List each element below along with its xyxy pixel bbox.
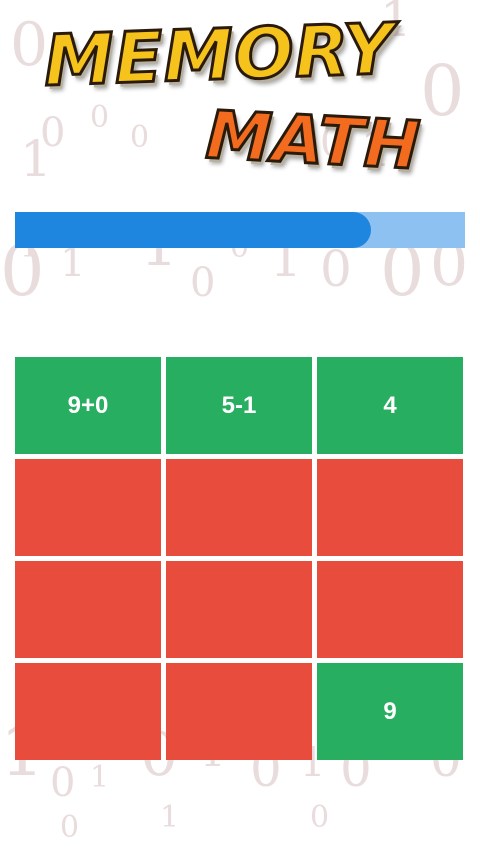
time-progress-fill bbox=[15, 212, 371, 248]
binary-digit-decoration: 0 bbox=[190, 260, 216, 306]
binary-digit-decoration: 0 bbox=[310, 800, 330, 835]
memory-tile-grid: 9+0 5-1 4 9 bbox=[15, 357, 465, 760]
memory-tile[interactable] bbox=[15, 459, 161, 556]
memory-tile[interactable] bbox=[166, 459, 312, 556]
memory-tile[interactable]: 9 bbox=[317, 663, 463, 760]
binary-digit-decoration: 0 bbox=[320, 240, 352, 298]
binary-digit-decoration: 0 bbox=[60, 810, 80, 845]
memory-tile[interactable] bbox=[166, 561, 312, 658]
memory-tile[interactable]: 9+0 bbox=[15, 357, 161, 454]
binary-digit-decoration: 0 bbox=[50, 760, 76, 806]
logo-memory-text: MEMORY bbox=[41, 6, 397, 103]
memory-tile[interactable]: 4 bbox=[317, 357, 463, 454]
memory-tile[interactable] bbox=[15, 663, 161, 760]
time-progress-bar bbox=[15, 212, 465, 248]
game-logo: MEMORY MATH bbox=[0, 0, 480, 200]
memory-tile[interactable] bbox=[317, 561, 463, 658]
memory-tile[interactable] bbox=[166, 663, 312, 760]
logo-math-text: MATH bbox=[203, 95, 424, 186]
memory-tile[interactable]: 5-1 bbox=[166, 357, 312, 454]
binary-digit-decoration: 1 bbox=[160, 800, 180, 835]
memory-tile[interactable] bbox=[317, 459, 463, 556]
memory-tile[interactable] bbox=[15, 561, 161, 658]
binary-digit-decoration: 1 bbox=[90, 760, 110, 795]
